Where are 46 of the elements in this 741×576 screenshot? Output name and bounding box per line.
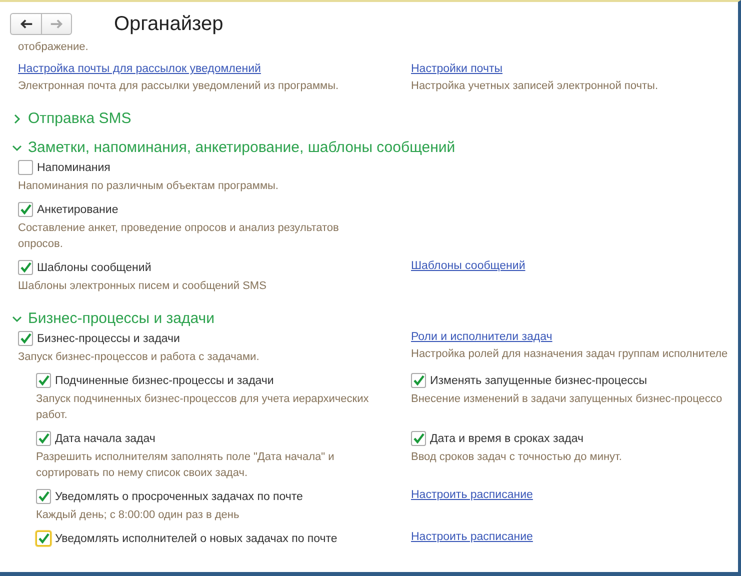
checkbox[interactable]	[411, 373, 426, 388]
checkbox[interactable]	[411, 431, 426, 446]
settings-link[interactable]: Настройки почты	[411, 63, 502, 75]
checkbox-label[interactable]: Уведомлять исполнителей о новых задачах по почте	[55, 532, 338, 544]
description-text: Напоминания по различным объектам программы.	[18, 179, 280, 194]
checkbox-label[interactable]: Дата начала задач	[55, 432, 156, 444]
checkbox-label[interactable]: Анкетирование	[37, 204, 118, 216]
checkbox-label[interactable]: Изменять запущенные бизнес-процессы	[430, 374, 648, 386]
description-text: Электронная почта для рассылки уведомлений из программы.	[18, 79, 340, 94]
chevron-down-icon[interactable]	[12, 142, 22, 152]
description-text: Настройка учетных записей электронной почты.	[411, 79, 659, 94]
checkbox[interactable]	[18, 331, 33, 346]
description-text: Запуск подчиненных бизнес-процессов для учета иерархических работ.	[36, 392, 370, 423]
checkbox-label[interactable]: Бизнес-процессы и задачи	[37, 332, 180, 344]
checkbox[interactable]	[36, 531, 51, 546]
checkbox-label[interactable]: Напоминания	[37, 162, 110, 174]
checkbox-label[interactable]: Подчиненные бизнес-процессы и задачи	[55, 374, 274, 386]
checkbox[interactable]	[36, 431, 51, 446]
window-title: Органайзер	[114, 12, 224, 36]
back-button[interactable]	[10, 13, 41, 35]
chevron-down-icon[interactable]	[12, 314, 22, 324]
settings-link[interactable]: Настройка почты для рассылок уведомлений	[18, 63, 261, 75]
checkbox[interactable]	[36, 489, 51, 504]
description-text: Каждый день; с 8:00:00 один раз в день	[36, 508, 240, 523]
description-text: Ввод сроков задач с точностью до минут.	[411, 450, 623, 465]
description-text: Запуск бизнес-процессов и работа с задачами.	[18, 350, 260, 365]
settings-link[interactable]: Настроить расписание	[411, 489, 533, 501]
description-text: Составление анкет, проведение опросов и анализ результатов опросов.	[18, 221, 340, 252]
checkbox[interactable]	[18, 160, 33, 175]
description-text: Разрешить исполнителям заполнять поле "Дата начала" и сортировать по нему список своих задач.	[36, 450, 336, 481]
left-arrow-icon	[18, 17, 34, 31]
settings-link[interactable]: Шаблоны сообщений	[411, 260, 526, 272]
checkbox-label[interactable]: Уведомлять о просроченных задачах по почте	[55, 490, 303, 502]
right-arrow-icon	[49, 17, 64, 31]
checkbox[interactable]	[36, 373, 51, 388]
settings-link[interactable]: Настроить расписание	[411, 531, 533, 543]
settings-link[interactable]: Роли и исполнители задач	[411, 331, 552, 343]
checkbox[interactable]	[18, 260, 33, 275]
description-text: Настройка ролей для назначения задач группам исполнителе	[411, 347, 729, 362]
checkbox-label[interactable]: Дата и время в сроках задач	[430, 432, 584, 444]
description-text: Внесение изменений в задачи запущенных бизнес-процессо	[411, 392, 724, 407]
description-text: Шаблоны электронных писем и сообщений SMS	[18, 279, 268, 294]
checkbox-label[interactable]: Шаблоны сообщений	[37, 262, 152, 274]
checkbox[interactable]	[18, 202, 33, 217]
chevron-right-icon[interactable]	[12, 114, 22, 124]
description-text: отображение.	[18, 40, 90, 55]
